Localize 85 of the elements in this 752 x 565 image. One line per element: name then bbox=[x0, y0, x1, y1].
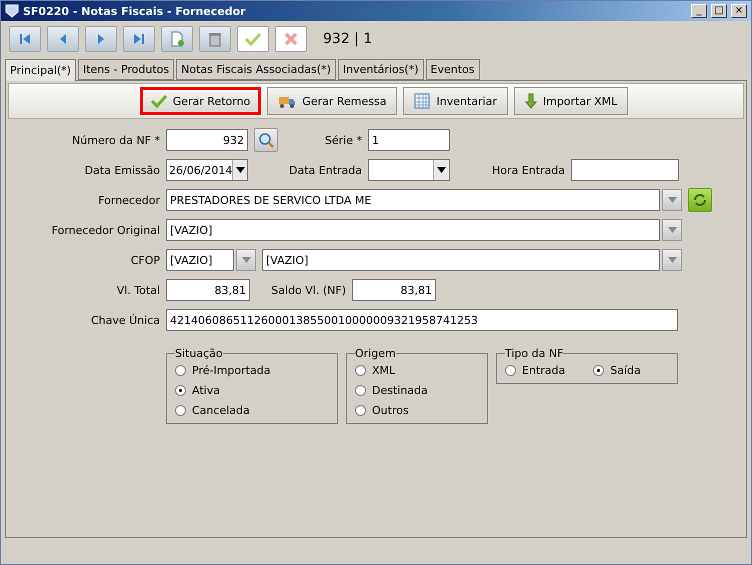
field-label: Vl. Total bbox=[116, 284, 160, 296]
last-record-icon bbox=[132, 32, 146, 46]
close-icon bbox=[283, 31, 299, 47]
field-label: Data Entrada bbox=[288, 164, 362, 176]
caret-icon bbox=[668, 227, 676, 233]
radio-button[interactable] bbox=[355, 405, 366, 416]
minimize-button[interactable]: _ bbox=[691, 4, 707, 18]
trash-icon bbox=[207, 31, 223, 47]
search-button[interactable] bbox=[254, 128, 278, 152]
field-label: Fornecedor bbox=[97, 194, 160, 206]
radio-button[interactable] bbox=[355, 385, 366, 396]
radio-option[interactable]: Entrada bbox=[505, 362, 566, 379]
input-field[interactable] bbox=[571, 159, 679, 181]
radio-button[interactable] bbox=[175, 365, 186, 376]
radio-option[interactable]: Pré-Importada bbox=[175, 362, 329, 379]
caret-icon bbox=[668, 197, 676, 203]
down-arrow-icon bbox=[524, 93, 537, 109]
field-label: Chave Única bbox=[90, 314, 160, 326]
dropdown-button[interactable] bbox=[433, 160, 449, 180]
search-icon bbox=[258, 132, 274, 148]
radio-option[interactable]: Destinada bbox=[355, 382, 479, 399]
tab[interactable]: Eventos bbox=[426, 59, 480, 80]
input-field[interactable]: 83,81 bbox=[166, 279, 250, 301]
date-field[interactable] bbox=[368, 159, 450, 181]
caret-icon bbox=[236, 167, 245, 173]
field-label: Hora Entrada bbox=[491, 164, 565, 176]
input-field[interactable]: 83,81 bbox=[352, 279, 436, 301]
toolbar-button[interactable] bbox=[199, 26, 231, 52]
action-button[interactable]: Importar XML bbox=[514, 87, 628, 115]
action-button[interactable]: Inventariar bbox=[403, 87, 508, 115]
radio-option[interactable]: Saída bbox=[593, 362, 641, 379]
caret-icon bbox=[437, 167, 446, 173]
check-icon bbox=[150, 94, 167, 108]
tab[interactable]: Itens - Produtos bbox=[78, 59, 174, 80]
input-field[interactable]: 1 bbox=[368, 129, 450, 151]
radio-option[interactable]: Ativa bbox=[175, 382, 329, 399]
truck-icon bbox=[278, 94, 296, 108]
field-label: CFOP bbox=[130, 254, 160, 266]
maximize-button[interactable]: □ bbox=[711, 4, 727, 18]
radio-button[interactable] bbox=[355, 365, 366, 376]
field-label: Série * bbox=[324, 134, 362, 146]
dropdown-button[interactable] bbox=[232, 160, 247, 180]
radio-button[interactable] bbox=[505, 365, 516, 376]
radio-button[interactable] bbox=[175, 385, 186, 396]
refresh-button[interactable] bbox=[688, 188, 712, 212]
input-field[interactable]: 932 bbox=[166, 129, 248, 151]
radio-option[interactable]: XML bbox=[355, 362, 479, 379]
record-counter: 932 | 1 bbox=[323, 31, 372, 47]
caret-icon bbox=[668, 257, 676, 263]
first-record-icon bbox=[18, 32, 32, 46]
field-label: Saldo Vl. (NF) bbox=[270, 284, 346, 296]
tab[interactable]: Notas Fiscais Associadas(*) bbox=[176, 59, 336, 80]
check-icon bbox=[244, 31, 262, 47]
action-button[interactable]: Gerar Remessa bbox=[267, 87, 398, 115]
input-field[interactable]: 42140608651126000138550010000009321958741253 bbox=[166, 309, 678, 331]
input-field[interactable]: [VAZIO] bbox=[166, 249, 234, 271]
tab[interactable]: Principal(*) bbox=[5, 59, 76, 81]
radio-option[interactable]: Cancelada bbox=[175, 402, 329, 419]
caret-icon bbox=[242, 257, 250, 263]
group-title: Origem bbox=[355, 347, 396, 360]
calendar-icon bbox=[414, 93, 430, 109]
window-title: SF0220 - Notas Fiscais - Fornecedor bbox=[23, 4, 247, 18]
toolbar-button[interactable] bbox=[47, 26, 79, 52]
toolbar-button[interactable] bbox=[9, 26, 41, 52]
radio-button[interactable] bbox=[175, 405, 186, 416]
radio-button[interactable] bbox=[593, 365, 604, 376]
input-field[interactable]: [VAZIO] bbox=[166, 219, 660, 241]
new-document-icon bbox=[169, 31, 185, 47]
toolbar-button[interactable] bbox=[161, 26, 193, 52]
input-field[interactable]: [VAZIO] bbox=[262, 249, 660, 271]
radio-option[interactable]: Outros bbox=[355, 402, 479, 419]
refresh-icon bbox=[693, 193, 707, 207]
input-field[interactable]: PRESTADORES DE SERVICO LTDA ME bbox=[166, 189, 660, 211]
field-label: Data Emissão bbox=[84, 164, 160, 176]
tab[interactable]: Inventários(*) bbox=[338, 59, 424, 80]
date-field[interactable]: 26/06/2014 bbox=[166, 159, 248, 181]
group-title: Situação bbox=[175, 347, 223, 360]
field-label: Fornecedor Original bbox=[50, 224, 160, 236]
app-icon bbox=[5, 4, 19, 18]
action-button[interactable]: Gerar Retorno bbox=[140, 87, 262, 115]
field-label: Número da NF * bbox=[71, 134, 160, 146]
group-title: Tipo da NF bbox=[505, 347, 564, 360]
toolbar-button[interactable] bbox=[123, 26, 155, 52]
toolbar-button[interactable] bbox=[85, 26, 117, 52]
close-button[interactable]: × bbox=[731, 4, 747, 18]
